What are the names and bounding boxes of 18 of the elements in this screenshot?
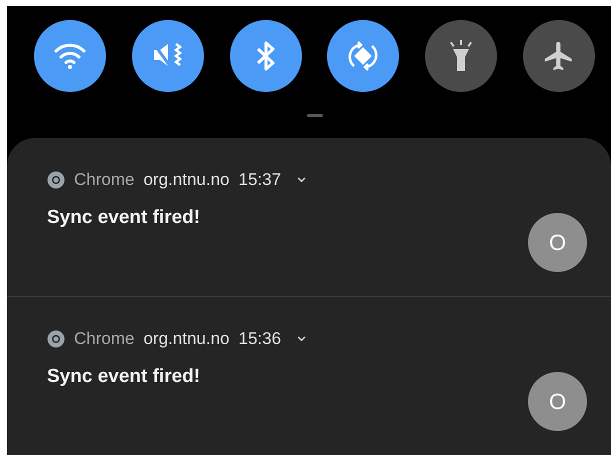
bluetooth-icon xyxy=(256,40,276,72)
auto-rotate-icon xyxy=(346,39,380,73)
app-icon xyxy=(47,330,65,348)
notification-source: org.ntnu.no xyxy=(143,170,230,190)
avatar: O xyxy=(528,372,587,431)
notification-title: Sync event fired! xyxy=(47,366,202,388)
expand-button[interactable]: ⌄ xyxy=(294,167,310,185)
wifi-icon xyxy=(53,42,87,70)
notification-time: 15:37 xyxy=(238,170,282,190)
expand-button[interactable]: ⌄ xyxy=(294,326,310,344)
notification-source: org.ntnu.no xyxy=(143,329,230,349)
avatar: O xyxy=(528,213,587,272)
app-icon xyxy=(47,171,65,189)
app-name: Chrome xyxy=(74,329,134,349)
notification-title: Sync event fired! xyxy=(47,207,202,229)
notification-time: 15:36 xyxy=(238,329,282,349)
app-name: Chrome xyxy=(74,170,134,190)
drag-handle[interactable] xyxy=(307,114,323,117)
